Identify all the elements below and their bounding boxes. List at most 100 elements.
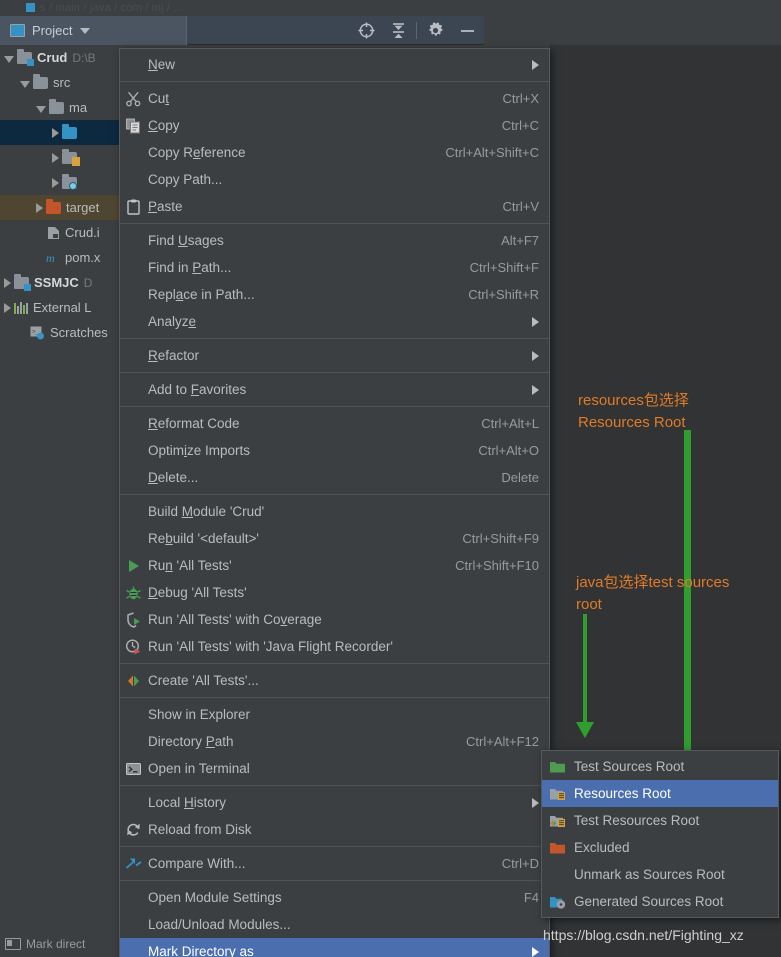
submenu-item-excluded[interactable]: Excluded [542,834,778,861]
chevron-right-icon[interactable] [4,302,11,313]
menu-item-delete[interactable]: Delete... Delete [120,464,549,491]
tree-row[interactable]: External L [0,295,125,320]
submenu-item-unmark-as-sources-root[interactable]: Unmark as Sources Root [542,861,778,888]
menu-item-shortcut: Ctrl+Shift+R [468,287,539,302]
tree-row[interactable]: target [0,195,125,220]
menu-item-create-all-tests[interactable]: Create 'All Tests'... [120,667,549,694]
tree-item-label: target [66,200,100,215]
submenu-arrow-icon [532,797,539,808]
minimize-icon[interactable] [451,16,483,45]
menu-item-directory-path[interactable]: Directory Path Ctrl+Alt+F12 [120,728,549,755]
menu-item-reformat-code[interactable]: Reformat Code Ctrl+Alt+L [120,410,549,437]
chevron-down-icon[interactable] [36,105,46,113]
tree-item-path: D:\B [72,50,96,65]
menu-item-replace-in-path[interactable]: Replace in Path... Ctrl+Shift+R [120,281,549,308]
menu-item-shortcut: Ctrl+V [502,199,539,214]
tree-row[interactable]: Crud D:\B [0,45,125,70]
menu-item-compare-with[interactable]: Compare With... Ctrl+D [120,850,549,877]
menu-item-rebuild-default[interactable]: Rebuild '<default>' Ctrl+Shift+F9 [120,525,549,552]
menu-item-copy-reference[interactable]: Copy Reference Ctrl+Alt+Shift+C [120,139,549,166]
test-resources-root-icon [548,812,567,829]
collapse-all-icon[interactable] [382,16,414,45]
tree-row[interactable]: m pom.x [0,245,125,270]
chevron-right-icon[interactable] [52,152,59,163]
menu-item-label: Reformat Code [148,416,240,431]
status-bar: Mark direct [0,931,125,957]
menu-item-paste[interactable]: Paste Ctrl+V [120,193,549,220]
menu-item-build-module-crud[interactable]: Build Module 'Crud' [120,498,549,525]
tree-row[interactable] [0,170,125,195]
menu-item-run-all-tests-with-java-flight-recorder[interactable]: Run 'All Tests' with 'Java Flight Record… [120,633,549,660]
menu-item-open-module-settings[interactable]: Open Module Settings F4 [120,884,549,911]
menu-item-show-in-explorer[interactable]: Show in Explorer [120,701,549,728]
chevron-right-icon[interactable] [52,177,59,188]
tree-row[interactable]: Crud.i [0,220,125,245]
menu-item-mark-directory-as[interactable]: Mark Directory as [120,938,549,957]
submenu-item-generated-sources-root[interactable]: Generated Sources Root [542,888,778,915]
tree-row[interactable]: src [0,70,125,95]
chevron-right-icon[interactable] [52,127,59,138]
chevron-right-icon[interactable] [36,202,43,213]
tool-window-title: Project [32,23,73,38]
chevron-right-icon[interactable] [4,277,11,288]
menu-item-new[interactable]: New [120,51,549,78]
submenu-item-resources-root[interactable]: Resources Root [542,780,778,807]
tab-project[interactable]: Project [0,16,186,45]
menu-item-reload-from-disk[interactable]: Reload from Disk [120,816,549,843]
excluded-icon [548,839,567,856]
maven-pom-icon: m [46,251,60,265]
gear-icon[interactable] [419,16,451,45]
menu-separator [120,223,549,224]
menu-item-label: Copy [148,118,180,133]
profiler-icon [124,638,143,655]
tree-row[interactable] [0,120,125,145]
menu-item-open-in-terminal[interactable]: Open in Terminal [120,755,549,782]
project-tree[interactable]: Crud D:\B src ma target Crud.i m pom.x SSMJC D Ext… [0,45,125,957]
menu-item-local-history[interactable]: Local History [120,789,549,816]
menu-item-shortcut: Alt+F7 [501,233,539,248]
menu-item-find-in-path[interactable]: Find in Path... Ctrl+Shift+F [120,254,549,281]
menu-item-load-unload-modules[interactable]: Load/Unload Modules... [120,911,549,938]
tree-row[interactable]: ma [0,95,125,120]
menu-item-copy[interactable]: Copy Ctrl+C [120,112,549,139]
tree-item-label: Scratches [50,325,108,340]
menu-item-find-usages[interactable]: Find Usages Alt+F7 [120,227,549,254]
menu-item-add-to-favorites[interactable]: Add to Favorites [120,376,549,403]
menu-item-label: Run 'All Tests' with 'Java Flight Record… [148,639,393,654]
tree-item-label: SSMJC [34,275,79,290]
locate-icon[interactable] [350,16,382,45]
menu-separator [120,372,549,373]
breadcrumb-module-icon [26,3,35,12]
menu-item-run-all-tests-with-coverage[interactable]: Run 'All Tests' with Coverage [120,606,549,633]
menu-item-analyze[interactable]: Analyze [120,308,549,335]
menu-item-refactor[interactable]: Refactor [120,342,549,369]
tree-item-label: External L [33,300,92,315]
tree-row[interactable]: SSMJC D [0,270,125,295]
tree-row[interactable] [0,145,125,170]
chevron-down-icon[interactable] [80,27,91,34]
menu-item-label: Copy Path... [148,172,223,187]
chevron-down-icon[interactable] [4,55,14,63]
menu-item-cut[interactable]: Cut Ctrl+X [120,85,549,112]
menu-item-label: Debug 'All Tests' [148,585,247,600]
divider [416,22,417,39]
debug-icon [124,584,143,601]
menu-item-run-all-tests[interactable]: Run 'All Tests' Ctrl+Shift+F10 [120,552,549,579]
menu-separator [120,846,549,847]
mark-directory-as-submenu[interactable]: Test Sources Root Resources Root Test Reso… [541,750,779,918]
context-menu[interactable]: New Cut Ctrl+X Copy Ctrl+C Copy Reference Ctrl… [119,48,550,957]
tree-row[interactable]: >_ Scratches [0,320,125,345]
chevron-down-icon[interactable] [20,80,30,88]
menu-item-shortcut: Ctrl+D [501,856,539,871]
menu-item-label: Load/Unload Modules... [148,917,291,932]
submenu-item-test-sources-root[interactable]: Test Sources Root [542,753,778,780]
menu-separator [120,81,549,82]
submenu-item-test-resources-root[interactable]: Test Resources Root [542,807,778,834]
menu-separator [120,663,549,664]
menu-item-label: Optimize Imports [148,443,251,458]
test-sources-root-icon [548,758,567,775]
submenu-arrow-icon [532,384,539,395]
menu-item-copy-path[interactable]: Copy Path... [120,166,549,193]
menu-item-debug-all-tests[interactable]: Debug 'All Tests' [120,579,549,606]
menu-item-optimize-imports[interactable]: Optimize Imports Ctrl+Alt+O [120,437,549,464]
